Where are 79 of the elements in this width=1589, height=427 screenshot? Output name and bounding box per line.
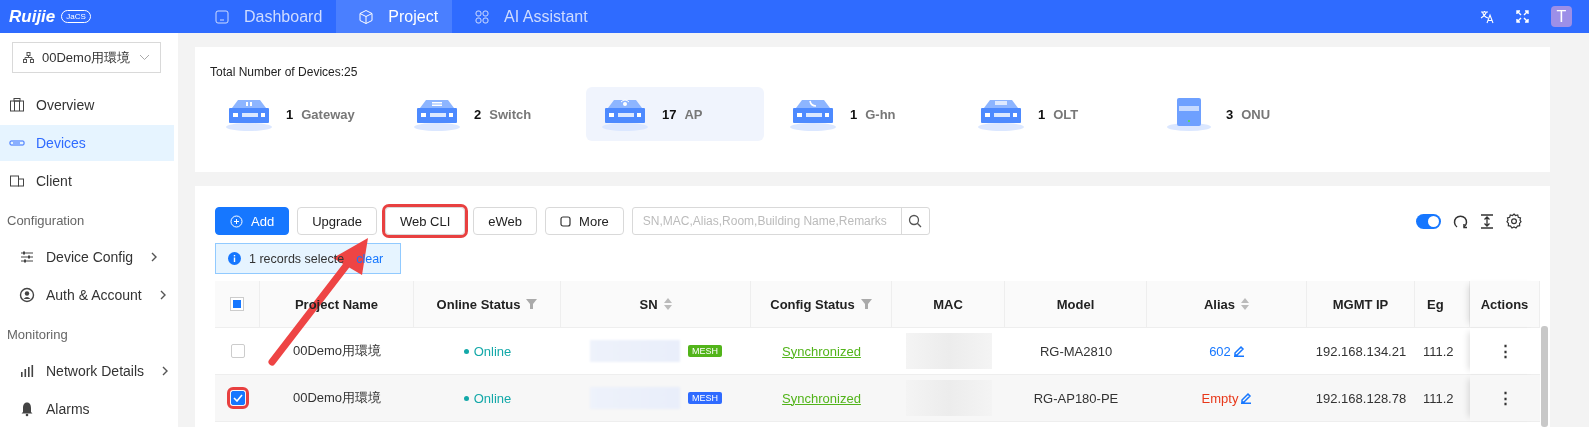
status-text: Online	[463, 343, 512, 359]
onu-device-icon	[1164, 96, 1214, 132]
sidebar-item[interactable]: Devices	[0, 125, 174, 161]
square-icon	[560, 215, 572, 227]
project-select[interactable]: 00Demo用環境	[12, 42, 161, 73]
column-header: MAC	[933, 296, 963, 312]
alias-edit[interactable]: Empty	[1201, 390, 1253, 406]
toggle-switch[interactable]	[1416, 213, 1441, 229]
edit-icon[interactable]	[1232, 345, 1245, 357]
scrollbar[interactable]	[1541, 326, 1548, 427]
toolbar-button[interactable]: Upgrade	[297, 207, 377, 235]
chart-icon	[19, 363, 35, 379]
nav-tab[interactable]: Project	[336, 0, 453, 33]
bell-icon	[19, 401, 35, 417]
device-type-card[interactable]: 1 Gateway	[210, 87, 388, 141]
table-cell: RG-AP180-PE	[1033, 390, 1119, 406]
dashboard-icon	[214, 8, 230, 25]
mesh-tag: MESH	[688, 345, 722, 357]
export-icon[interactable]	[1480, 213, 1494, 229]
select-all-checkbox[interactable]	[230, 297, 244, 311]
toolbar-button[interactable]: eWeb	[473, 207, 538, 235]
sidebar-item[interactable]: Client	[0, 163, 174, 199]
search-icon[interactable]	[908, 214, 923, 228]
table-cell: 192.168.128.78	[1315, 390, 1407, 406]
fullscreen-icon[interactable]	[1516, 10, 1529, 23]
column-header: Online Status	[436, 296, 521, 312]
user-icon	[19, 287, 35, 303]
sidebar-item[interactable]: Overview	[0, 87, 174, 123]
sidebar-item[interactable]: Device Config	[0, 239, 174, 275]
column-header: Actions	[1480, 296, 1529, 312]
more-actions[interactable]: ⋮	[1497, 389, 1513, 407]
toolbar-button[interactable]: Web CLI	[385, 207, 466, 235]
section-label: Configuration	[6, 211, 86, 230]
table-cell: 192.168.134.21	[1315, 343, 1407, 359]
chevron-down-icon	[139, 54, 150, 61]
sidebar-item[interactable]: Network Details	[0, 353, 174, 389]
column-header: MGMT IP	[1332, 296, 1389, 312]
grid-icon	[474, 8, 491, 25]
settings-icon[interactable]	[1506, 213, 1522, 229]
row-checkbox[interactable]	[230, 344, 245, 358]
device-type-card[interactable]: 1 OLT	[962, 87, 1140, 141]
refresh-icon[interactable]	[1453, 213, 1468, 229]
device-type-card[interactable]: 17 AP	[586, 87, 764, 141]
sliders-icon	[19, 249, 35, 265]
sidebar-item[interactable]: Alarms	[0, 391, 174, 427]
table-cell: 00Demo用環境	[292, 342, 382, 360]
filter-icon[interactable]	[526, 299, 538, 309]
info-icon	[228, 252, 241, 265]
more-actions[interactable]: ⋮	[1497, 342, 1513, 360]
column-header: SN	[639, 296, 658, 312]
cube-icon	[358, 8, 375, 25]
toolbar-button[interactable]: Add	[215, 207, 290, 235]
column-header: Config Status	[770, 296, 855, 312]
toolbar-button[interactable]: More	[545, 207, 624, 235]
client-icon	[9, 173, 25, 189]
table-cell: 111.2	[1423, 343, 1454, 359]
status-text: Online	[463, 390, 512, 406]
filter-icon[interactable]	[860, 299, 872, 309]
sidebar-item[interactable]: Auth & Account	[0, 277, 174, 313]
mesh-tag: MESH	[688, 392, 722, 404]
device-type-card[interactable]: 1 G-hn	[774, 87, 952, 141]
total-devices-label: Total Number of Devices:25	[210, 65, 359, 79]
table-cell: 111.2	[1423, 390, 1454, 406]
column-header: Model	[1056, 296, 1095, 312]
alias-edit[interactable]: 602	[1209, 343, 1245, 359]
column-header: Alias	[1203, 296, 1236, 312]
network-icon	[23, 52, 34, 63]
device-type-card[interactable]: 2 Switch	[398, 87, 576, 141]
table-cell: RG-MA2810	[1039, 343, 1113, 359]
search-field[interactable]: SN,MAC,Alias,Room,Building Name,Remarks	[631, 207, 930, 235]
logo-text: Ruijie	[9, 6, 56, 27]
edit-icon[interactable]	[1240, 392, 1253, 404]
device-type-card[interactable]: 3 ONU	[1150, 87, 1328, 141]
overview-icon	[9, 97, 25, 113]
table-cell: 00Demo用環境	[292, 389, 382, 407]
column-header: Eg	[1427, 296, 1444, 312]
translate-icon[interactable]	[1480, 9, 1494, 24]
plus-circle-icon	[230, 214, 243, 228]
section-label: Monitoring	[6, 325, 69, 344]
